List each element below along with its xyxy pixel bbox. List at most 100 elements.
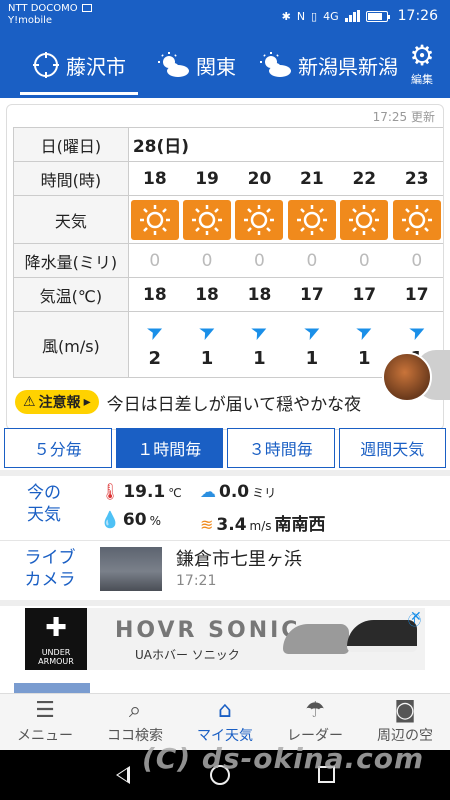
location-tab-label: 新潟県新潟 xyxy=(298,54,398,79)
temp-cell: 17 xyxy=(285,277,339,312)
warning-icon: ⚠ xyxy=(23,394,36,410)
hour-cell: 23 xyxy=(390,161,443,196)
clock: 17:26 xyxy=(397,8,438,24)
tab-1hour[interactable]: １時間毎 xyxy=(115,428,223,468)
weather-cell xyxy=(338,195,391,244)
tab-5min[interactable]: ５分毎 xyxy=(4,428,112,468)
shoe-image xyxy=(283,624,349,654)
wind-cell: ➤ 2 xyxy=(128,311,181,378)
location-tab-label: 藤沢市 xyxy=(66,54,126,79)
temp-row: 気温(℃) 18 18 18 17 17 17 xyxy=(13,277,443,312)
day-row: 日(曜日) 28(日) xyxy=(13,127,443,162)
battery-icon xyxy=(365,10,390,22)
current-wind-value: 3.4 xyxy=(216,515,247,535)
current-humidity-value: 60 xyxy=(122,510,147,530)
wind-icon: ≋ xyxy=(200,515,214,534)
temp-cell: 18 xyxy=(233,277,286,312)
weather-cell xyxy=(233,195,286,244)
system-icons: ✱ N ▯ 4G 17:26 xyxy=(282,8,438,24)
wind-direction-icon: ➤ xyxy=(404,316,430,346)
edit-button[interactable]: ⚙ 編集 xyxy=(402,41,442,87)
menu-icon: ☰ xyxy=(35,698,55,723)
ad-close-icon[interactable]: ✕ xyxy=(410,609,422,625)
current-rain: ☁ 0.0 ミリ xyxy=(200,482,276,502)
sun-cloud-icon xyxy=(158,52,189,77)
current-temp: 🌡 19.1 ℃ xyxy=(100,482,182,502)
updated-time: 17:25 更新 xyxy=(372,110,435,124)
temp-cell: 17 xyxy=(390,277,443,312)
precip-cell: 0 xyxy=(285,243,339,278)
hour-row: 時間(時) 18 19 20 21 22 23 xyxy=(13,161,443,196)
search-icon: ⌕ xyxy=(128,698,142,723)
bluetooth-icon: ✱ xyxy=(281,9,291,23)
assistant-avatar[interactable] xyxy=(382,352,432,402)
location-tab-kanto[interactable]: 関東 xyxy=(158,45,236,85)
temp-cell: 18 xyxy=(128,277,181,312)
row-label-temp: 気温(℃) xyxy=(13,277,129,312)
hour-cell: 20 xyxy=(233,161,286,196)
current-wind-direction: 南南西 xyxy=(274,515,326,535)
next-section-thumbnail xyxy=(14,683,90,693)
current-rain-value: 0.0 xyxy=(219,482,250,502)
interval-tabs: ５分毎 １時間毎 ３時間毎 週間天気 xyxy=(4,428,446,468)
forecast-table: 日(曜日) 28(日) 時間(時) 18 19 20 21 22 23 天気 降… xyxy=(13,127,443,378)
carrier-info: NTT DOCOMO Y!mobile xyxy=(8,3,92,27)
row-label-wind: 風(m/s) xyxy=(13,311,129,378)
camera-icon: ◙ xyxy=(394,698,416,723)
sunny-icon xyxy=(340,199,389,240)
humidity-drop-icon: 💧 xyxy=(100,510,120,529)
ad-logo-text: UNDER ARMOUR xyxy=(38,648,74,666)
weather-cell xyxy=(128,195,181,244)
image-notification-icon xyxy=(81,4,92,12)
vibrate-icon: ▯ xyxy=(311,9,318,23)
weather-alert[interactable]: ⚠ 注意報 ▸ 今日は日差しが届いて穏やかな夜 xyxy=(15,387,361,417)
day-value: 28(日) xyxy=(127,127,443,162)
alert-badge[interactable]: ⚠ 注意報 ▸ xyxy=(15,390,99,414)
ad-brand: HOVR SONIC xyxy=(115,618,301,643)
live-label-line1: ライブ xyxy=(24,548,76,568)
back-icon[interactable] xyxy=(116,766,130,784)
tab-3hour[interactable]: ３時間毎 xyxy=(227,428,335,468)
weather-row: 天気 xyxy=(13,195,443,244)
wind-direction-icon: ➤ xyxy=(194,316,220,346)
sunny-icon xyxy=(287,199,336,240)
sunny-icon xyxy=(392,199,441,240)
live-label-line2: カメラ xyxy=(24,570,76,590)
hourly-forecast-card: 17:25 更新 日(曜日) 28(日) 時間(時) 18 19 20 21 2… xyxy=(6,104,444,430)
chevron-right-icon: ▸ xyxy=(83,394,91,410)
sun-cloud-icon xyxy=(260,52,291,77)
live-camera-label: ライブ カメラ xyxy=(14,547,86,591)
sunny-icon xyxy=(183,199,232,240)
wind-direction-icon: ➤ xyxy=(246,316,273,346)
location-tab-niigata[interactable]: 新潟県新潟 xyxy=(260,45,398,85)
alert-text: 今日は日差しが届いて穏やかな夜 xyxy=(106,394,362,415)
row-label-precip: 降水量(ミリ) xyxy=(13,243,129,278)
thermometer-icon: 🌡 xyxy=(100,482,121,501)
precip-cell: 0 xyxy=(233,243,286,278)
hour-cell: 19 xyxy=(180,161,234,196)
sunny-icon xyxy=(235,199,284,240)
divider xyxy=(0,600,450,606)
current-weather[interactable]: 今の 天気 🌡 19.1 ℃ ☁ 0.0 ミリ 💧 60% ≋ 3.4 m/s 南南西 xyxy=(0,476,450,536)
camera-thumbnail[interactable] xyxy=(100,547,162,591)
tab-weekly[interactable]: 週間天気 xyxy=(338,428,446,468)
carrier-name: NTT DOCOMO xyxy=(8,3,78,14)
status-bar: NTT DOCOMO Y!mobile ✱ N ▯ 4G 17:26 xyxy=(0,0,450,33)
current-temp-unit: ℃ xyxy=(168,486,182,500)
current-label-line2: 天気 xyxy=(27,505,61,525)
location-tab-fujisawa[interactable]: 藤沢市 xyxy=(20,45,138,95)
temp-cell: 17 xyxy=(338,277,391,312)
advertisement-banner[interactable]: ✚ UNDER ARMOUR HOVR SONIC UAホバー ソニック ⓘ xyxy=(25,608,425,670)
location-header: 藤沢市 関東 新潟県新潟 ⚙ 編集 xyxy=(0,33,450,98)
weather-cell xyxy=(390,195,443,244)
shoe-image xyxy=(347,620,417,652)
current-label-line1: 今の xyxy=(27,483,61,503)
watermark: (C) ds-okina.com xyxy=(142,742,425,775)
nav-menu[interactable]: ☰ メニュー xyxy=(0,694,90,750)
nfc-icon: N xyxy=(296,9,306,23)
wind-cell: ➤1 xyxy=(180,311,234,378)
precip-cell: 0 xyxy=(128,243,181,278)
live-camera[interactable]: ライブ カメラ 鎌倉市七里ヶ浜 17:21 xyxy=(0,540,450,600)
current-rain-unit: ミリ xyxy=(252,486,277,500)
current-temp-value: 19.1 xyxy=(123,482,166,502)
